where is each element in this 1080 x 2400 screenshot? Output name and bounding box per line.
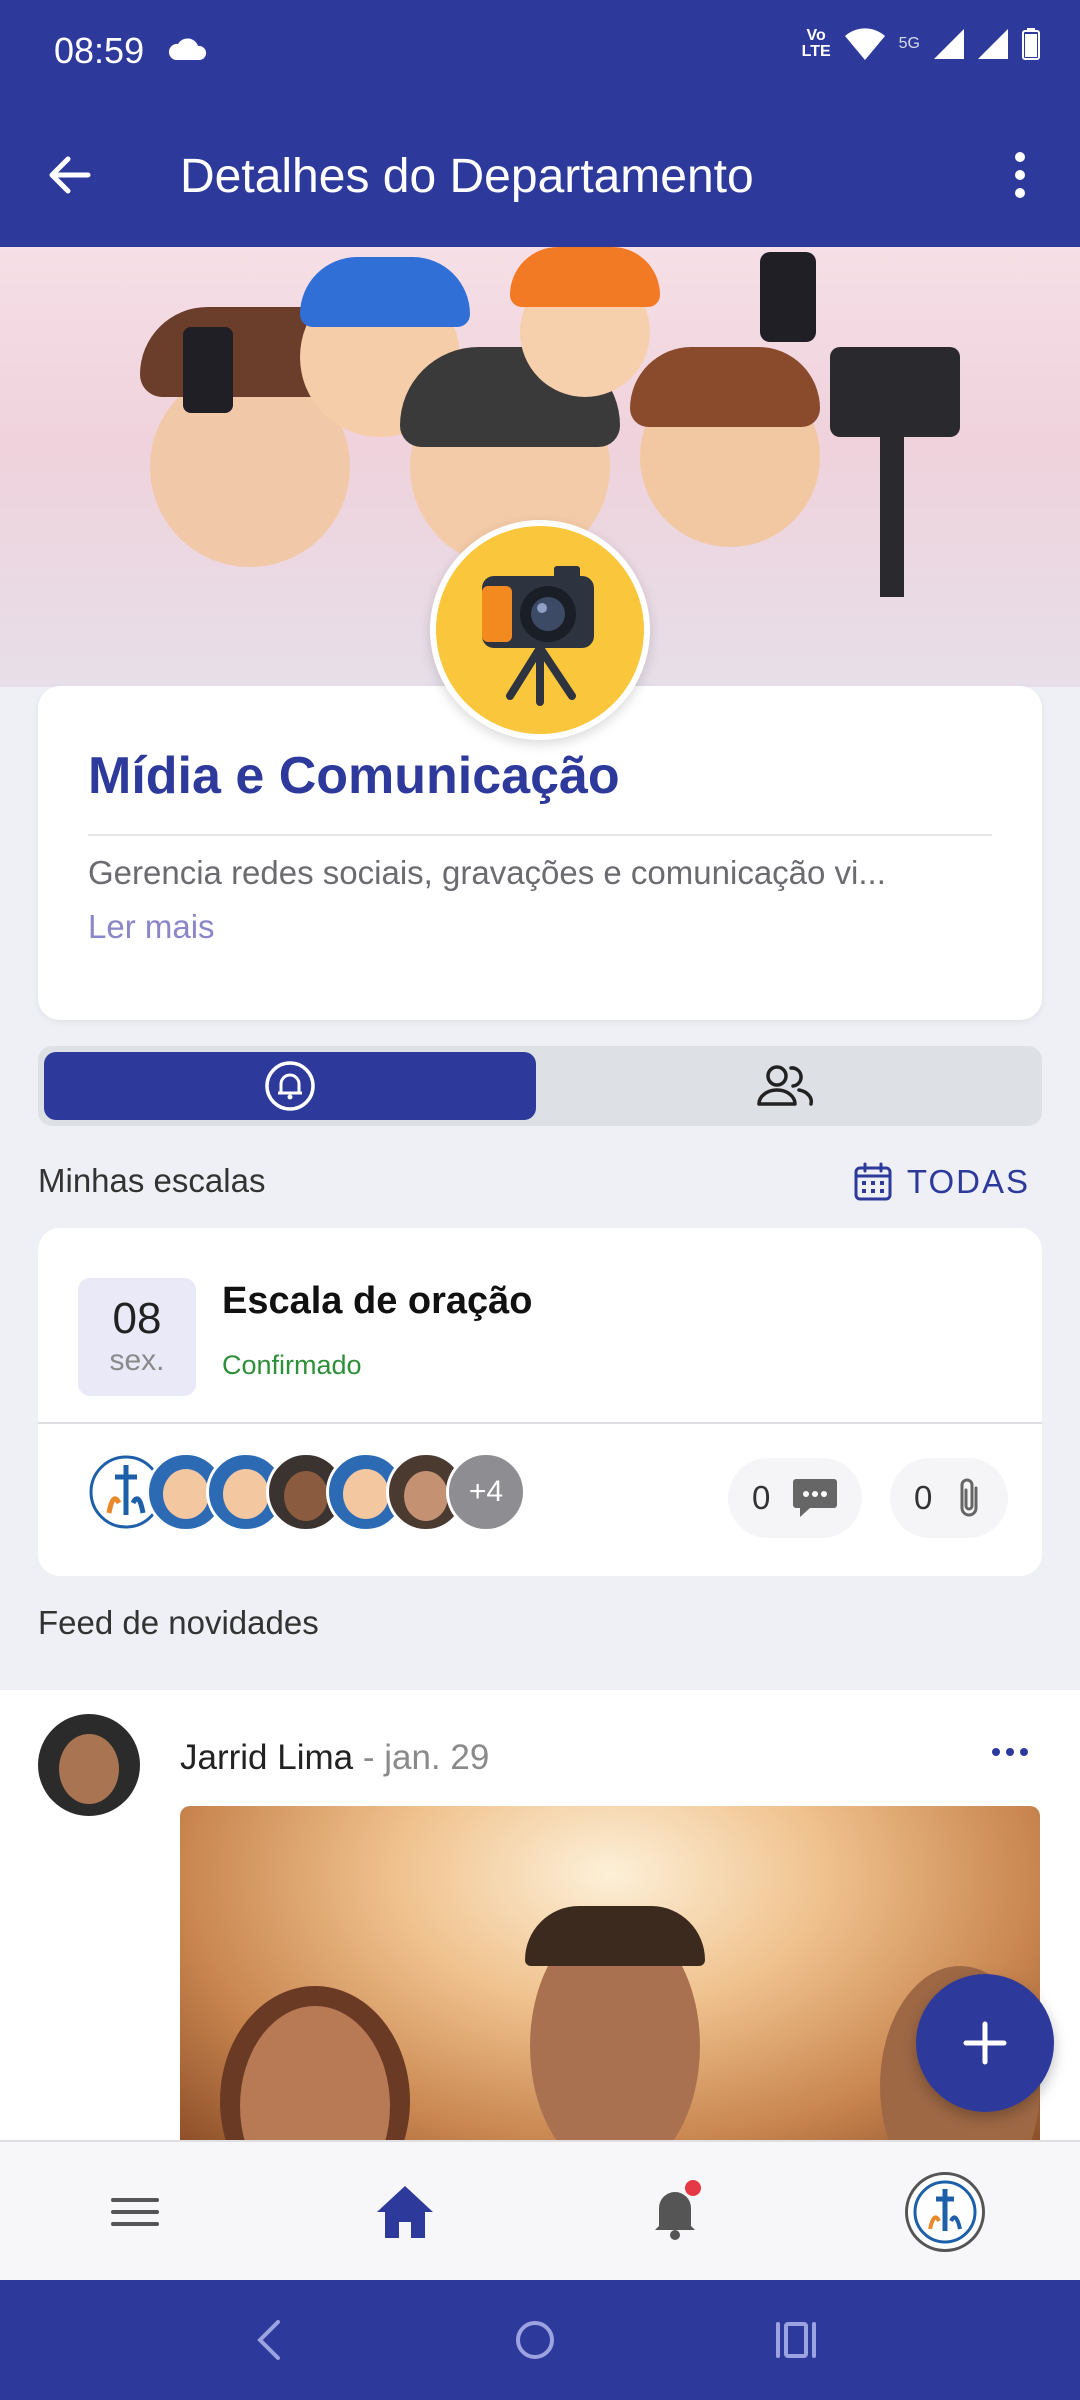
battery-icon xyxy=(1022,28,1040,60)
add-button[interactable] xyxy=(916,1974,1054,2112)
department-description: Gerencia redes sociais, gravações e comu… xyxy=(88,854,886,891)
more-members-badge: +4 xyxy=(446,1452,526,1532)
feed-section-label: Feed de novidades xyxy=(38,1604,319,1641)
chat-icon xyxy=(793,1479,838,1517)
app-bar: Detalhes do Departamento xyxy=(0,105,1080,247)
schedule-weekday: sex. xyxy=(109,1344,165,1377)
tab-notifications[interactable] xyxy=(44,1052,536,1120)
volte-indicator: Vo LTE xyxy=(801,27,831,60)
divider xyxy=(88,834,992,836)
camera-icon xyxy=(482,566,594,706)
department-name: Mídia e Comunicação xyxy=(88,747,620,805)
system-home-icon[interactable] xyxy=(505,2310,565,2370)
calendar-icon xyxy=(854,1162,892,1201)
post-options-icon[interactable] xyxy=(990,1742,1030,1762)
schedule-card[interactable]: 08 sex. Escala de oração Confirmado +4 0… xyxy=(38,1228,1042,1576)
schedules-section-label: Minhas escalas xyxy=(38,1162,266,1199)
read-more-link[interactable]: Ler mais xyxy=(88,908,215,946)
status-bar: 08:59 Vo LTE 5G xyxy=(0,0,1080,105)
schedule-status: Confirmado xyxy=(222,1350,362,1380)
schedule-date: 08 sex. xyxy=(78,1278,196,1396)
network-type: 5G xyxy=(898,35,920,52)
bell-icon xyxy=(265,1061,315,1111)
home-icon[interactable] xyxy=(365,2172,445,2252)
wifi-icon xyxy=(844,28,885,60)
tab-members[interactable] xyxy=(542,1052,1036,1120)
people-icon xyxy=(757,1065,814,1106)
schedule-title: Escala de oração xyxy=(222,1280,533,1322)
post-author-avatar[interactable] xyxy=(38,1714,140,1816)
status-time: 08:59 xyxy=(54,30,145,71)
attachments-count: 0 xyxy=(914,1479,933,1516)
system-back-icon[interactable] xyxy=(240,2310,300,2370)
back-arrow-icon[interactable] xyxy=(40,145,100,205)
church-logo-icon xyxy=(913,2180,977,2244)
cloud-icon xyxy=(168,38,207,60)
plus-icon xyxy=(963,2021,1007,2065)
post-header: Jarrid Lima - jan. 29 xyxy=(180,1738,489,1778)
schedule-day: 08 xyxy=(112,1294,162,1343)
system-navigation-bar xyxy=(0,2280,1080,2400)
paperclip-icon xyxy=(960,1478,978,1517)
profile-avatar[interactable] xyxy=(905,2172,985,2252)
all-schedules-button[interactable]: TODAS xyxy=(853,1162,1030,1202)
page-title: Detalhes do Departamento xyxy=(180,150,754,203)
comments-button[interactable]: 0 xyxy=(728,1458,863,1538)
system-icons: Vo LTE 5G xyxy=(802,28,1040,60)
department-avatar xyxy=(430,520,650,740)
bottom-navigation xyxy=(0,2140,1080,2280)
system-recents-icon[interactable] xyxy=(766,2310,826,2370)
menu-icon[interactable] xyxy=(95,2172,175,2252)
segmented-tabs xyxy=(38,1046,1042,1126)
all-schedules-label: TODAS xyxy=(906,1163,1030,1200)
post-separator: - xyxy=(353,1738,385,1777)
signal-icon-2 xyxy=(978,29,1008,59)
comments-count: 0 xyxy=(752,1479,771,1516)
signal-icon-1 xyxy=(934,29,964,59)
post-author-name[interactable]: Jarrid Lima xyxy=(180,1738,353,1777)
more-vert-icon[interactable] xyxy=(990,145,1050,205)
post-date: jan. 29 xyxy=(384,1738,490,1777)
divider xyxy=(38,1422,1042,1424)
attachments-button[interactable]: 0 xyxy=(890,1458,1009,1538)
post-image[interactable] xyxy=(180,1806,1040,2146)
notifications-icon[interactable] xyxy=(635,2172,715,2252)
